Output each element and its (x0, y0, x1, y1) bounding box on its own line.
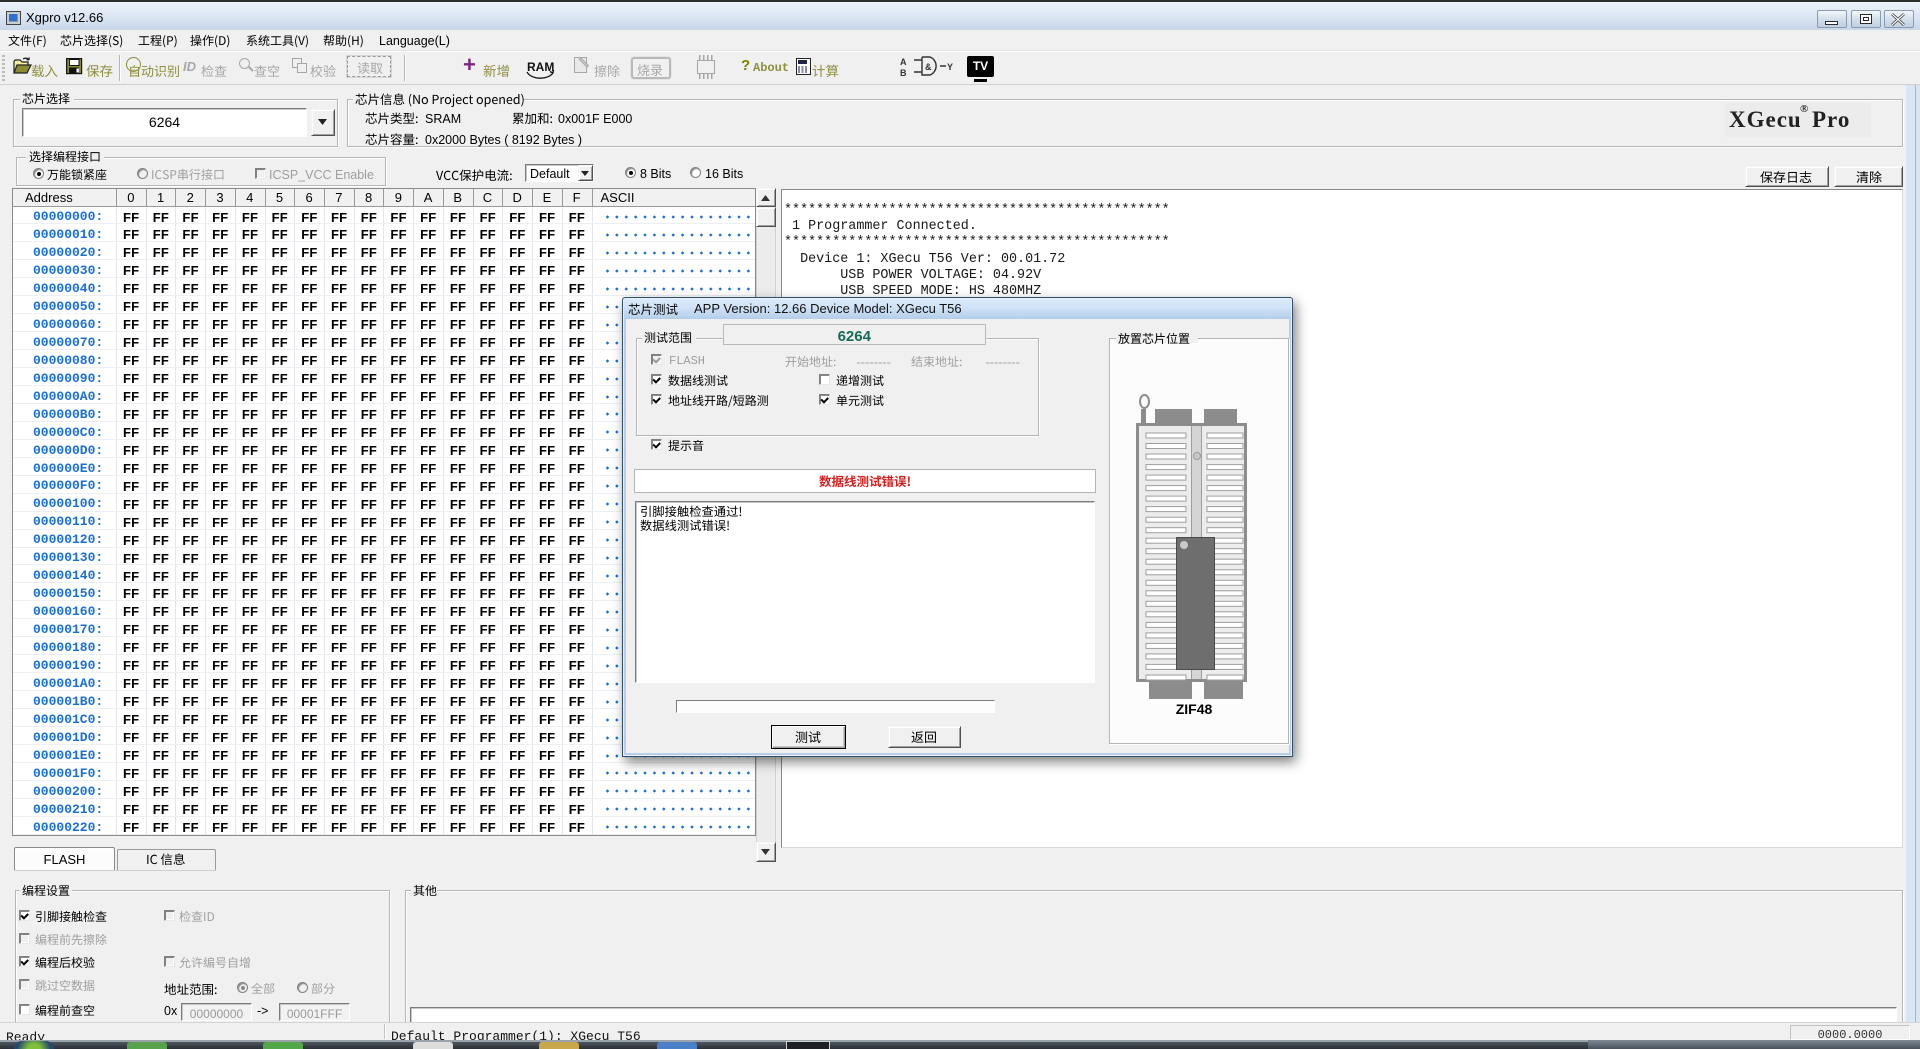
svg-text:B: B (900, 68, 907, 78)
svg-text:A: A (900, 57, 907, 67)
svg-text:Y: Y (947, 62, 953, 72)
svg-text:&: & (925, 62, 932, 72)
